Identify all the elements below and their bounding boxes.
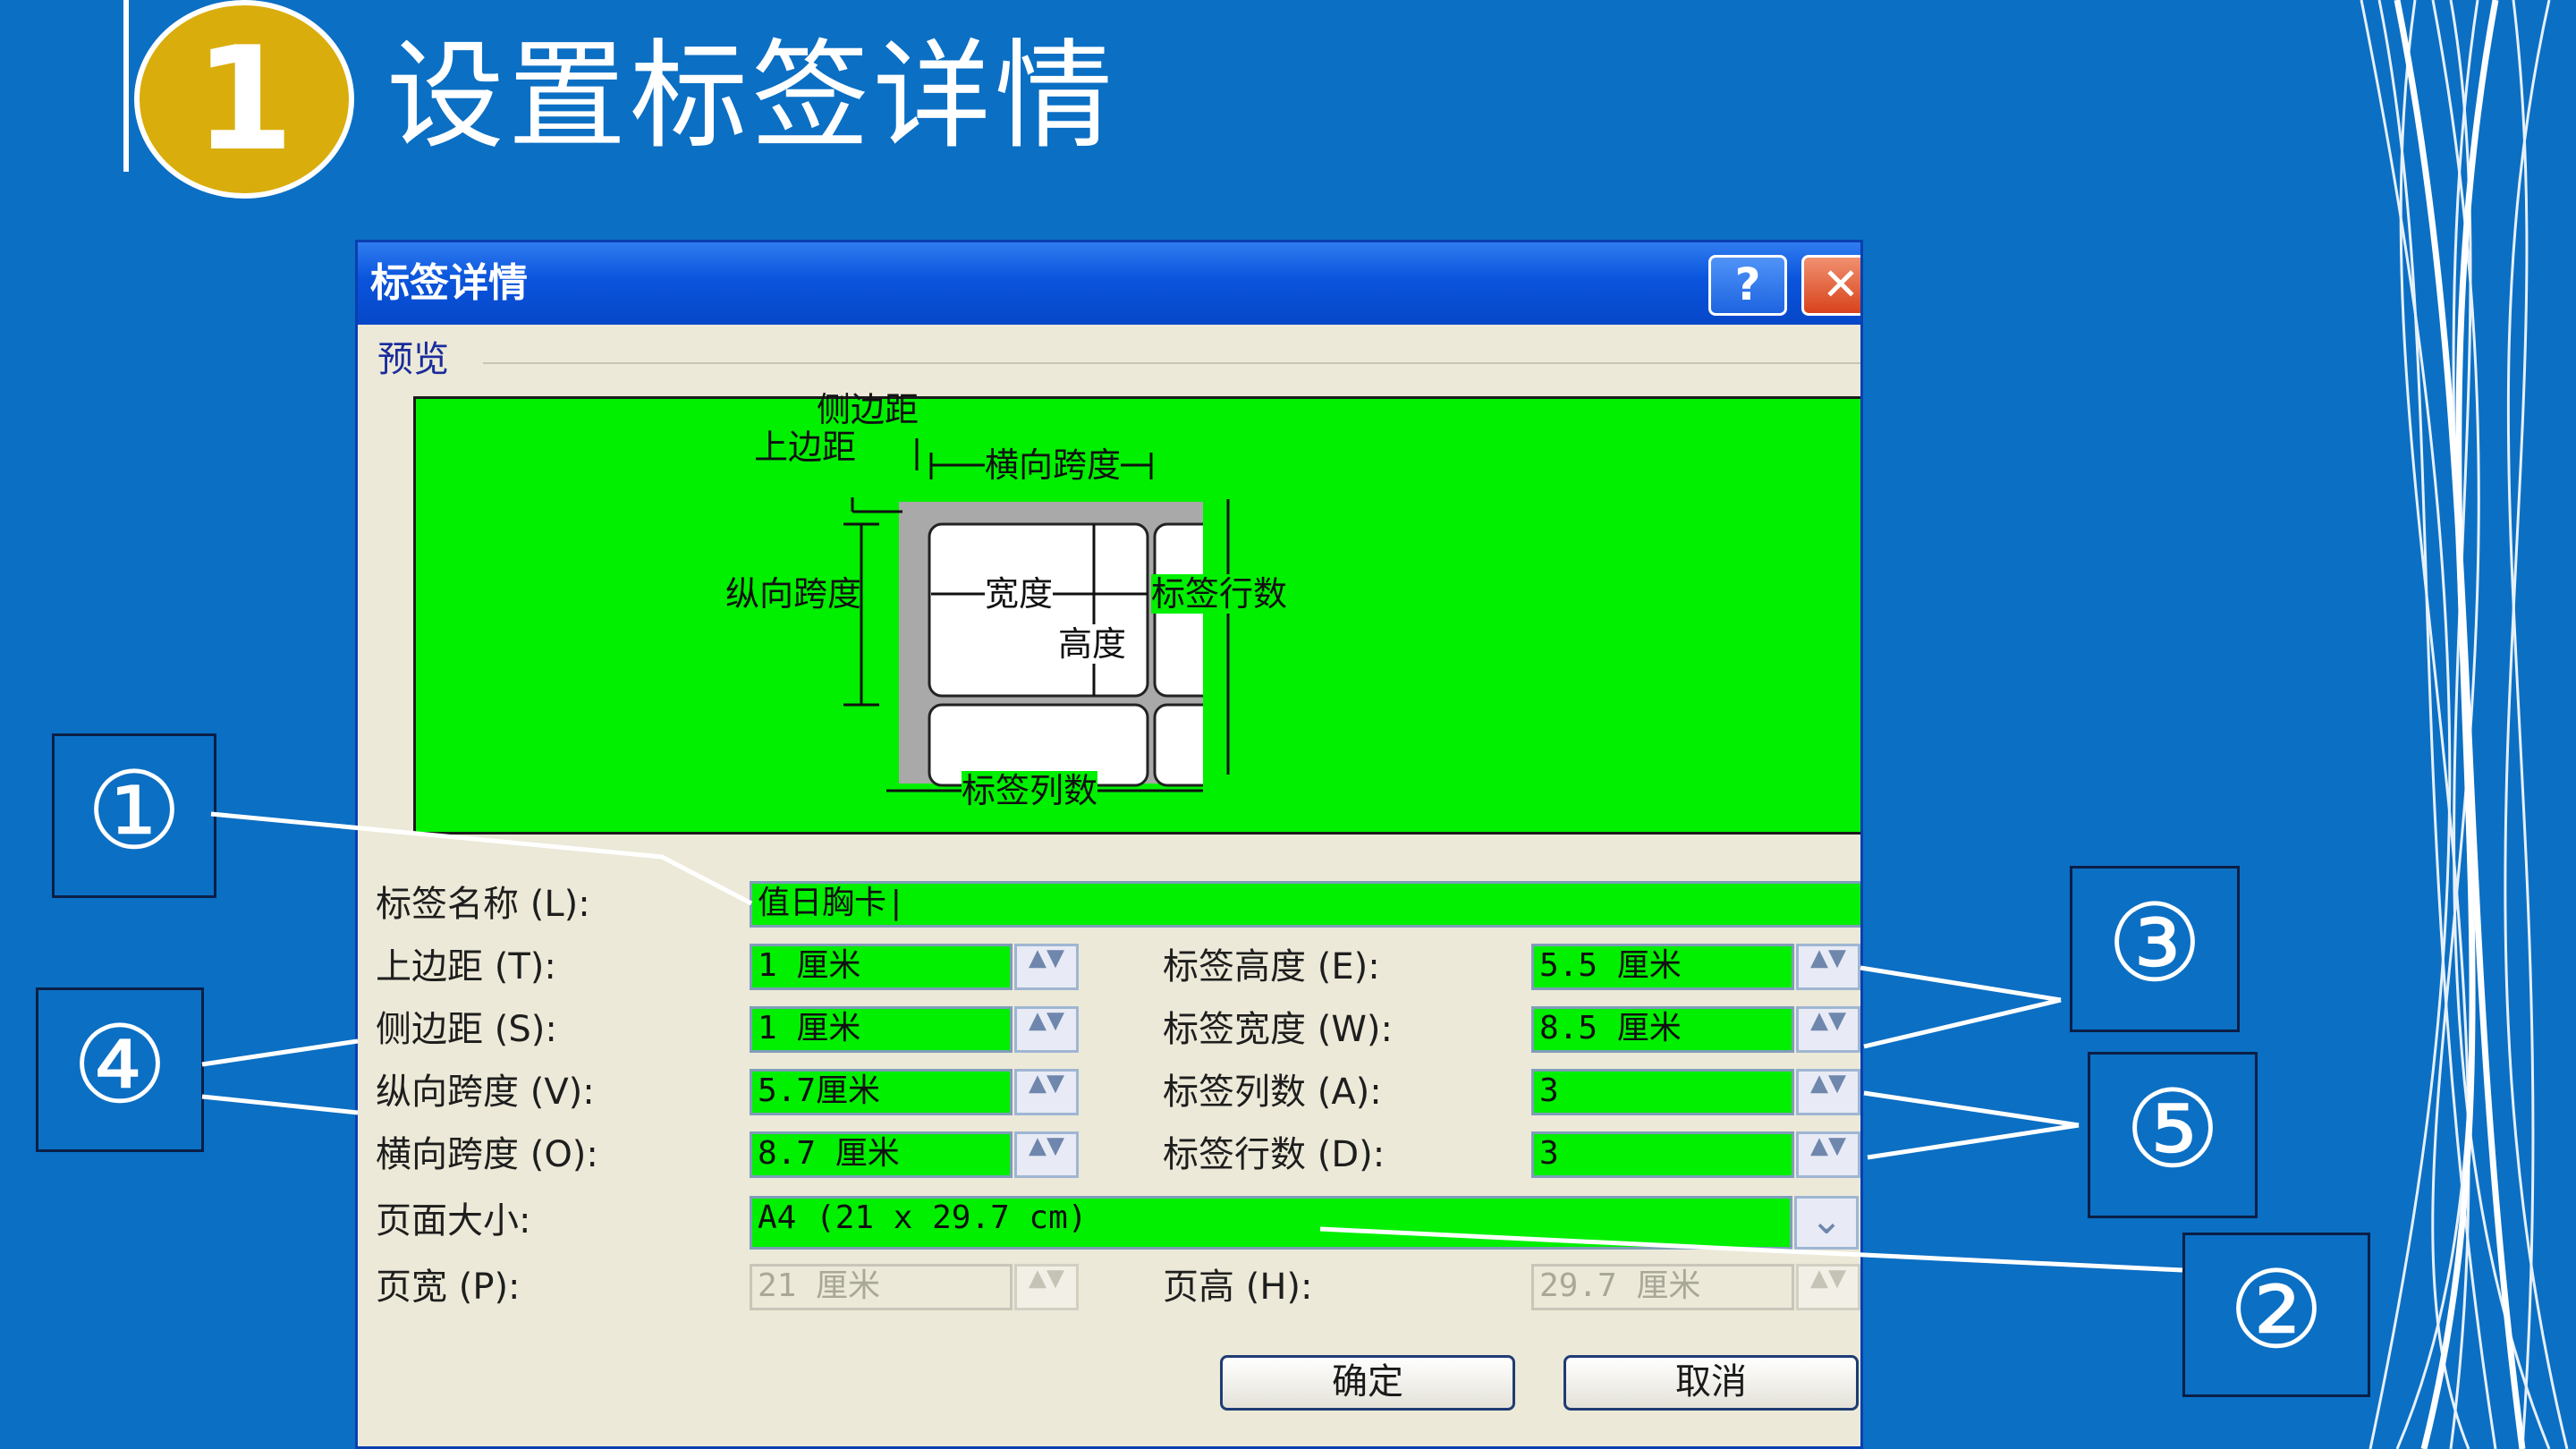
label-width-label: 标签宽度 (W):: [1163, 1009, 1393, 1050]
preview-top-margin-label: 上边距: [754, 428, 857, 467]
label-columns-spinner[interactable]: ▲▼: [1796, 1069, 1860, 1115]
top-margin-input[interactable]: 1 厘米: [750, 944, 1013, 990]
top-margin-label: 上边距 (T):: [376, 946, 556, 987]
label-height-spinner[interactable]: ▲▼: [1796, 944, 1860, 990]
label-rows-spinner[interactable]: ▲▼: [1796, 1131, 1860, 1178]
spin-arrows-icon: ▲▼: [1029, 1265, 1064, 1292]
help-button[interactable]: ?: [1708, 255, 1787, 316]
side-margin-label: 侧边距 (S):: [376, 1009, 557, 1050]
horizontal-pitch-label: 横向跨度 (O):: [376, 1134, 598, 1175]
preview-width-label: 宽度: [985, 574, 1054, 614]
connector-3b: [1863, 997, 2062, 1049]
callout-5: ⑤: [2088, 1052, 2258, 1218]
callout-2: ②: [2182, 1233, 2370, 1397]
connector-5b: [1867, 1123, 2080, 1160]
side-margin-input[interactable]: 1 厘米: [750, 1006, 1013, 1053]
page-width-label: 页宽 (P):: [376, 1267, 521, 1308]
horizontal-pitch-spinner[interactable]: ▲▼: [1014, 1131, 1079, 1178]
close-icon: ✕: [1822, 258, 1860, 310]
slide-title: 设置标签详情: [386, 28, 1116, 165]
connector-5a: [1863, 1090, 2080, 1128]
label-rows-label: 标签行数 (D):: [1163, 1134, 1385, 1175]
preview-group-label: 预览: [377, 339, 449, 380]
label-name-label: 标签名称 (L):: [376, 884, 590, 925]
help-icon: ?: [1734, 258, 1761, 310]
callout-3: ③: [2070, 866, 2240, 1032]
vertical-pitch-label: 纵向跨度 (V):: [376, 1072, 595, 1113]
callout-1: ①: [52, 733, 216, 898]
label-height-input[interactable]: 5.5 厘米: [1531, 944, 1794, 990]
cancel-button[interactable]: 取消: [1563, 1355, 1859, 1411]
horizontal-pitch-input[interactable]: 8.7 厘米: [750, 1131, 1013, 1178]
preview-columns-label: 标签列数: [962, 771, 1098, 810]
label-details-dialog: 标签详情 ? ✕ 预览 侧边距 上边距 横向跨度 纵向跨度 宽度 高度 标签行数…: [355, 240, 1863, 1449]
label-columns-input[interactable]: 3: [1531, 1069, 1794, 1115]
label-columns-label: 标签列数 (A):: [1163, 1072, 1382, 1113]
vertical-pitch-spinner[interactable]: ▲▼: [1014, 1069, 1079, 1115]
spin-arrows-icon: ▲▼: [1810, 1070, 1846, 1097]
connector-3a: [1860, 965, 2062, 1003]
decorative-lines: [2360, 0, 2569, 1449]
spin-arrows-icon: ▲▼: [1029, 1070, 1064, 1097]
page-height-input: 29.7 厘米: [1531, 1264, 1794, 1310]
page-width-spinner: ▲▼: [1014, 1264, 1079, 1310]
label-width-spinner[interactable]: ▲▼: [1796, 1006, 1860, 1053]
connector-4b: [201, 1094, 359, 1115]
label-width-input[interactable]: 8.5 厘米: [1531, 1006, 1794, 1053]
label-preview: 侧边距 上边距 横向跨度 纵向跨度 宽度 高度 标签行数 标签列数: [413, 390, 1860, 835]
dialog-title: 标签详情: [370, 260, 528, 306]
top-margin-spinner[interactable]: ▲▼: [1014, 944, 1079, 990]
step-number-badge: 1: [134, 0, 354, 199]
ok-button[interactable]: 确定: [1220, 1355, 1515, 1411]
page-size-select[interactable]: A4 (21 x 29.7 cm): [750, 1196, 1792, 1250]
chevron-down-icon: ⌄: [1809, 1198, 1843, 1243]
callout-4: ④: [36, 987, 204, 1152]
spin-arrows-icon: ▲▼: [1810, 1007, 1846, 1034]
vertical-pitch-input[interactable]: 5.7厘米: [750, 1069, 1013, 1115]
preview-horizontal-pitch-label: 横向跨度: [985, 445, 1122, 485]
preview-rows-label: 标签行数: [1151, 574, 1288, 614]
page-size-dropdown-button[interactable]: ⌄: [1794, 1196, 1859, 1250]
preview-diagram: [843, 438, 1230, 792]
spin-arrows-icon: ▲▼: [1029, 1007, 1064, 1034]
title-divider: [123, 0, 129, 172]
label-height-label: 标签高度 (E):: [1163, 946, 1380, 987]
group-divider: [483, 362, 1860, 364]
spin-arrows-icon: ▲▼: [1810, 1265, 1846, 1292]
connector-4a: [201, 1038, 359, 1067]
label-name-input[interactable]: 值日胸卡|: [750, 881, 1860, 928]
page-height-spinner: ▲▼: [1796, 1264, 1860, 1310]
side-margin-spinner[interactable]: ▲▼: [1014, 1006, 1079, 1053]
preview-vertical-pitch-label: 纵向跨度: [725, 574, 862, 614]
label-rows-input[interactable]: 3: [1531, 1131, 1794, 1178]
preview-side-margin-label: 侧边距: [817, 390, 919, 429]
page-size-label: 页面大小:: [376, 1200, 531, 1241]
spin-arrows-icon: ▲▼: [1029, 945, 1064, 971]
page-height-label: 页高 (H):: [1163, 1267, 1313, 1308]
dialog-titlebar[interactable]: 标签详情 ? ✕: [358, 242, 1860, 325]
spin-arrows-icon: ▲▼: [1029, 1132, 1064, 1159]
preview-height-label: 高度: [1058, 624, 1127, 664]
spin-arrows-icon: ▲▼: [1810, 1132, 1846, 1159]
close-button[interactable]: ✕: [1801, 255, 1860, 316]
spin-arrows-icon: ▲▼: [1810, 945, 1846, 971]
page-width-input: 21 厘米: [750, 1264, 1013, 1310]
